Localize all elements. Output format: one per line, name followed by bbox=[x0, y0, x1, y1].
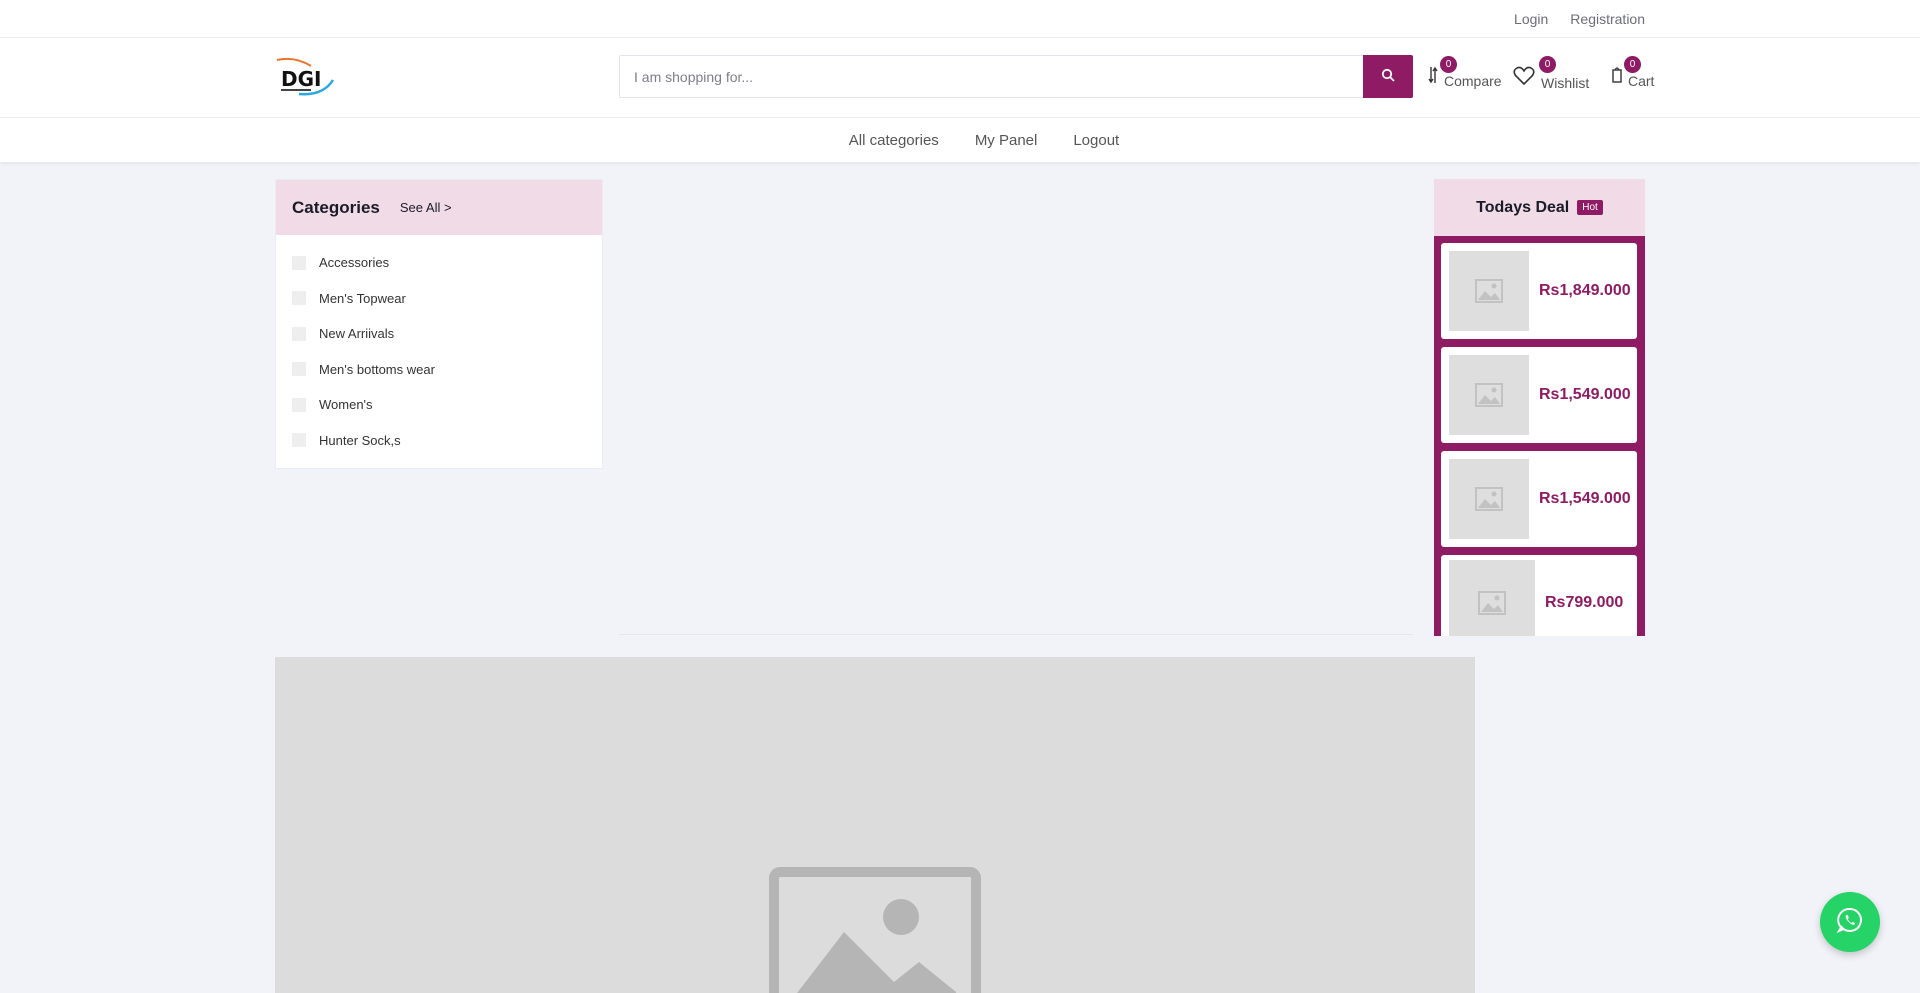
top-bar: Login Registration bbox=[0, 0, 1920, 38]
promo-banner[interactable] bbox=[275, 657, 1475, 993]
whatsapp-icon bbox=[1836, 906, 1864, 939]
deal-product[interactable]: Rs1,549.000 bbox=[1441, 347, 1637, 443]
category-item[interactable]: New Arriivals bbox=[292, 316, 586, 352]
deal-price: Rs1,549.000 bbox=[1539, 490, 1631, 507]
wishlist-button[interactable]: 0 Wishlist bbox=[1513, 56, 1590, 91]
categories-header: Categories See All > bbox=[276, 180, 602, 235]
deal-product[interactable]: Rs1,849.000 bbox=[1441, 243, 1637, 339]
categories-panel: Categories See All > Accessories Men's T… bbox=[275, 179, 603, 469]
cart-label: Cart bbox=[1628, 73, 1655, 89]
search-input[interactable] bbox=[619, 55, 1363, 98]
nav-my-panel[interactable]: My Panel bbox=[975, 132, 1038, 149]
image-placeholder-icon bbox=[769, 867, 981, 993]
search-icon bbox=[1381, 68, 1395, 85]
compare-icon: 0 bbox=[1428, 56, 1457, 89]
todays-deal-header: Todays Deal Hot bbox=[1434, 179, 1645, 236]
category-item[interactable]: Accessories bbox=[292, 245, 586, 281]
category-icon bbox=[292, 255, 306, 270]
search-bar bbox=[619, 55, 1413, 98]
deal-price: Rs799.000 bbox=[1545, 594, 1624, 611]
registration-link[interactable]: Registration bbox=[1570, 11, 1645, 27]
wishlist-label: Wishlist bbox=[1541, 75, 1590, 91]
category-item[interactable]: Men's bottoms wear bbox=[292, 352, 586, 388]
category-item[interactable]: Women's bbox=[292, 387, 586, 423]
nav-logout[interactable]: Logout bbox=[1073, 132, 1119, 149]
image-placeholder-icon bbox=[1449, 560, 1535, 636]
site-logo[interactable]: DGI bbox=[275, 56, 335, 98]
deal-product[interactable]: Rs799.000 bbox=[1441, 555, 1637, 636]
search-button[interactable] bbox=[1363, 55, 1413, 98]
wishlist-count: 0 bbox=[1539, 56, 1556, 73]
category-item[interactable]: Men's Topwear bbox=[292, 281, 586, 317]
deal-price: Rs1,549.000 bbox=[1539, 386, 1631, 403]
hero-slider[interactable] bbox=[619, 179, 1413, 635]
category-icon bbox=[292, 291, 306, 306]
categories-title: Categories bbox=[292, 197, 380, 217]
cart-count: 0 bbox=[1624, 56, 1641, 73]
image-placeholder-icon bbox=[1449, 459, 1529, 539]
header: DGI 0 Compare 0 Wishlist bbox=[0, 38, 1920, 118]
nav-all-categories[interactable]: All categories bbox=[849, 132, 939, 149]
image-placeholder-icon bbox=[1449, 251, 1529, 331]
image-placeholder-icon bbox=[1449, 355, 1529, 435]
main-nav: All categories My Panel Logout bbox=[0, 118, 1920, 162]
svg-text:DGI: DGI bbox=[281, 67, 321, 91]
see-all-link[interactable]: See All > bbox=[400, 200, 452, 215]
hot-badge: Hot bbox=[1577, 200, 1603, 215]
compare-count: 0 bbox=[1440, 56, 1457, 73]
deal-product[interactable]: Rs1,549.000 bbox=[1441, 451, 1637, 547]
cart-button[interactable]: 0 Cart bbox=[1612, 56, 1655, 89]
login-link[interactable]: Login bbox=[1514, 11, 1548, 27]
whatsapp-button[interactable] bbox=[1820, 892, 1880, 952]
cart-icon: 0 bbox=[1612, 56, 1641, 89]
category-icon bbox=[292, 362, 306, 377]
categories-list: Accessories Men's Topwear New Arriivals … bbox=[276, 235, 602, 468]
compare-label: Compare bbox=[1444, 73, 1502, 89]
todays-deal-title: Todays Deal bbox=[1476, 198, 1570, 216]
category-icon bbox=[292, 397, 306, 412]
compare-button[interactable]: 0 Compare bbox=[1428, 56, 1502, 89]
category-icon bbox=[292, 326, 306, 341]
deal-price: Rs1,849.000 bbox=[1539, 282, 1631, 299]
todays-deal-panel: Todays Deal Hot Rs1,849.000 Rs1,549.000 … bbox=[1434, 179, 1645, 636]
heart-icon: 0 bbox=[1513, 56, 1556, 91]
category-item[interactable]: Hunter Sock,s bbox=[292, 423, 586, 459]
category-icon bbox=[292, 433, 306, 448]
